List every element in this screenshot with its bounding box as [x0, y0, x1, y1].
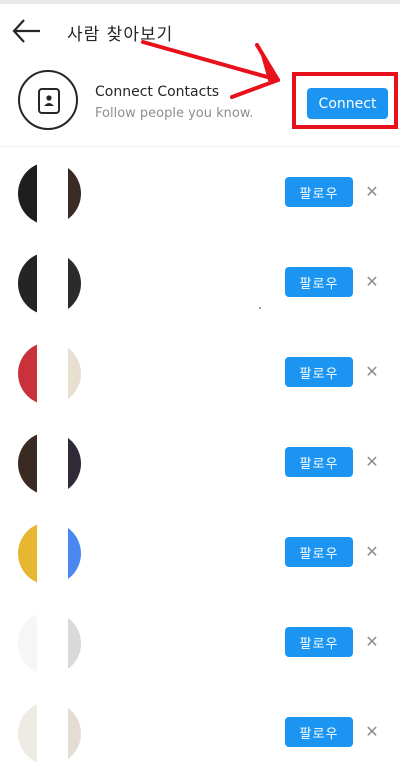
close-icon[interactable]: ✕ — [363, 453, 381, 471]
avatar[interactable] — [18, 252, 81, 315]
avatar-right-part — [68, 162, 81, 225]
follow-button[interactable]: 팔로우 — [285, 357, 353, 387]
contact-card-icon — [18, 70, 78, 130]
avatar-center-part — [37, 432, 68, 495]
follow-button[interactable]: 팔로우 — [285, 717, 353, 747]
follow-button[interactable]: 팔로우 — [285, 267, 353, 297]
list-item: 팔로우 ✕ — [0, 327, 400, 417]
list-item: 팔로우 ✕ — [0, 417, 400, 507]
page-title: 사람 찾아보기 — [67, 25, 174, 45]
avatar-center-part — [37, 252, 68, 315]
suggestion-list: 팔로우 ✕ 팔로우 ✕ 팔로우 ✕ 팔로우 ✕ 팔로우 ✕ 팔로우 ✕ 팔로우 ✕ — [0, 147, 400, 777]
avatar[interactable] — [18, 162, 81, 225]
annotation-highlight-box — [292, 72, 398, 129]
avatar-center-part — [37, 342, 68, 405]
avatar[interactable] — [18, 702, 81, 765]
avatar-center-part — [37, 162, 68, 225]
arrow-left-icon[interactable] — [10, 14, 44, 48]
stray-dot — [259, 307, 261, 309]
avatar[interactable] — [18, 432, 81, 495]
avatar-right-part — [68, 342, 81, 405]
close-icon[interactable]: ✕ — [363, 723, 381, 741]
avatar-left-part — [18, 432, 37, 495]
avatar-right-part — [68, 522, 81, 585]
avatar-left-part — [18, 522, 37, 585]
list-item: 팔로우 ✕ — [0, 597, 400, 687]
close-icon[interactable]: ✕ — [363, 273, 381, 291]
avatar-left-part — [18, 612, 37, 675]
avatar-left-part — [18, 342, 37, 405]
list-item: 팔로우 ✕ — [0, 237, 400, 327]
avatar-right-part — [68, 252, 81, 315]
follow-button[interactable]: 팔로우 — [285, 537, 353, 567]
avatar-right-part — [68, 612, 81, 675]
avatar-right-part — [68, 702, 81, 765]
follow-button[interactable]: 팔로우 — [285, 177, 353, 207]
close-icon[interactable]: ✕ — [363, 183, 381, 201]
follow-button[interactable]: 팔로우 — [285, 627, 353, 657]
close-icon[interactable]: ✕ — [363, 633, 381, 651]
close-icon[interactable]: ✕ — [363, 363, 381, 381]
avatar[interactable] — [18, 612, 81, 675]
follow-button[interactable]: 팔로우 — [285, 447, 353, 477]
avatar-right-part — [68, 432, 81, 495]
list-item: 팔로우 ✕ — [0, 507, 400, 597]
avatar-left-part — [18, 162, 37, 225]
list-item: 팔로우 ✕ — [0, 687, 400, 777]
avatar-center-part — [37, 522, 68, 585]
avatar-left-part — [18, 702, 37, 765]
connect-contacts-title: Connect Contacts — [95, 84, 220, 100]
avatar-left-part — [18, 252, 37, 315]
avatar[interactable] — [18, 522, 81, 585]
list-item: 팔로우 ✕ — [0, 147, 400, 237]
avatar[interactable] — [18, 342, 81, 405]
avatar-center-part — [37, 612, 68, 675]
avatar-center-part — [37, 702, 68, 765]
top-bar: 사람 찾아보기 — [0, 0, 400, 58]
close-icon[interactable]: ✕ — [363, 543, 381, 561]
connect-contacts-subtitle: Follow people you know. — [95, 106, 254, 121]
